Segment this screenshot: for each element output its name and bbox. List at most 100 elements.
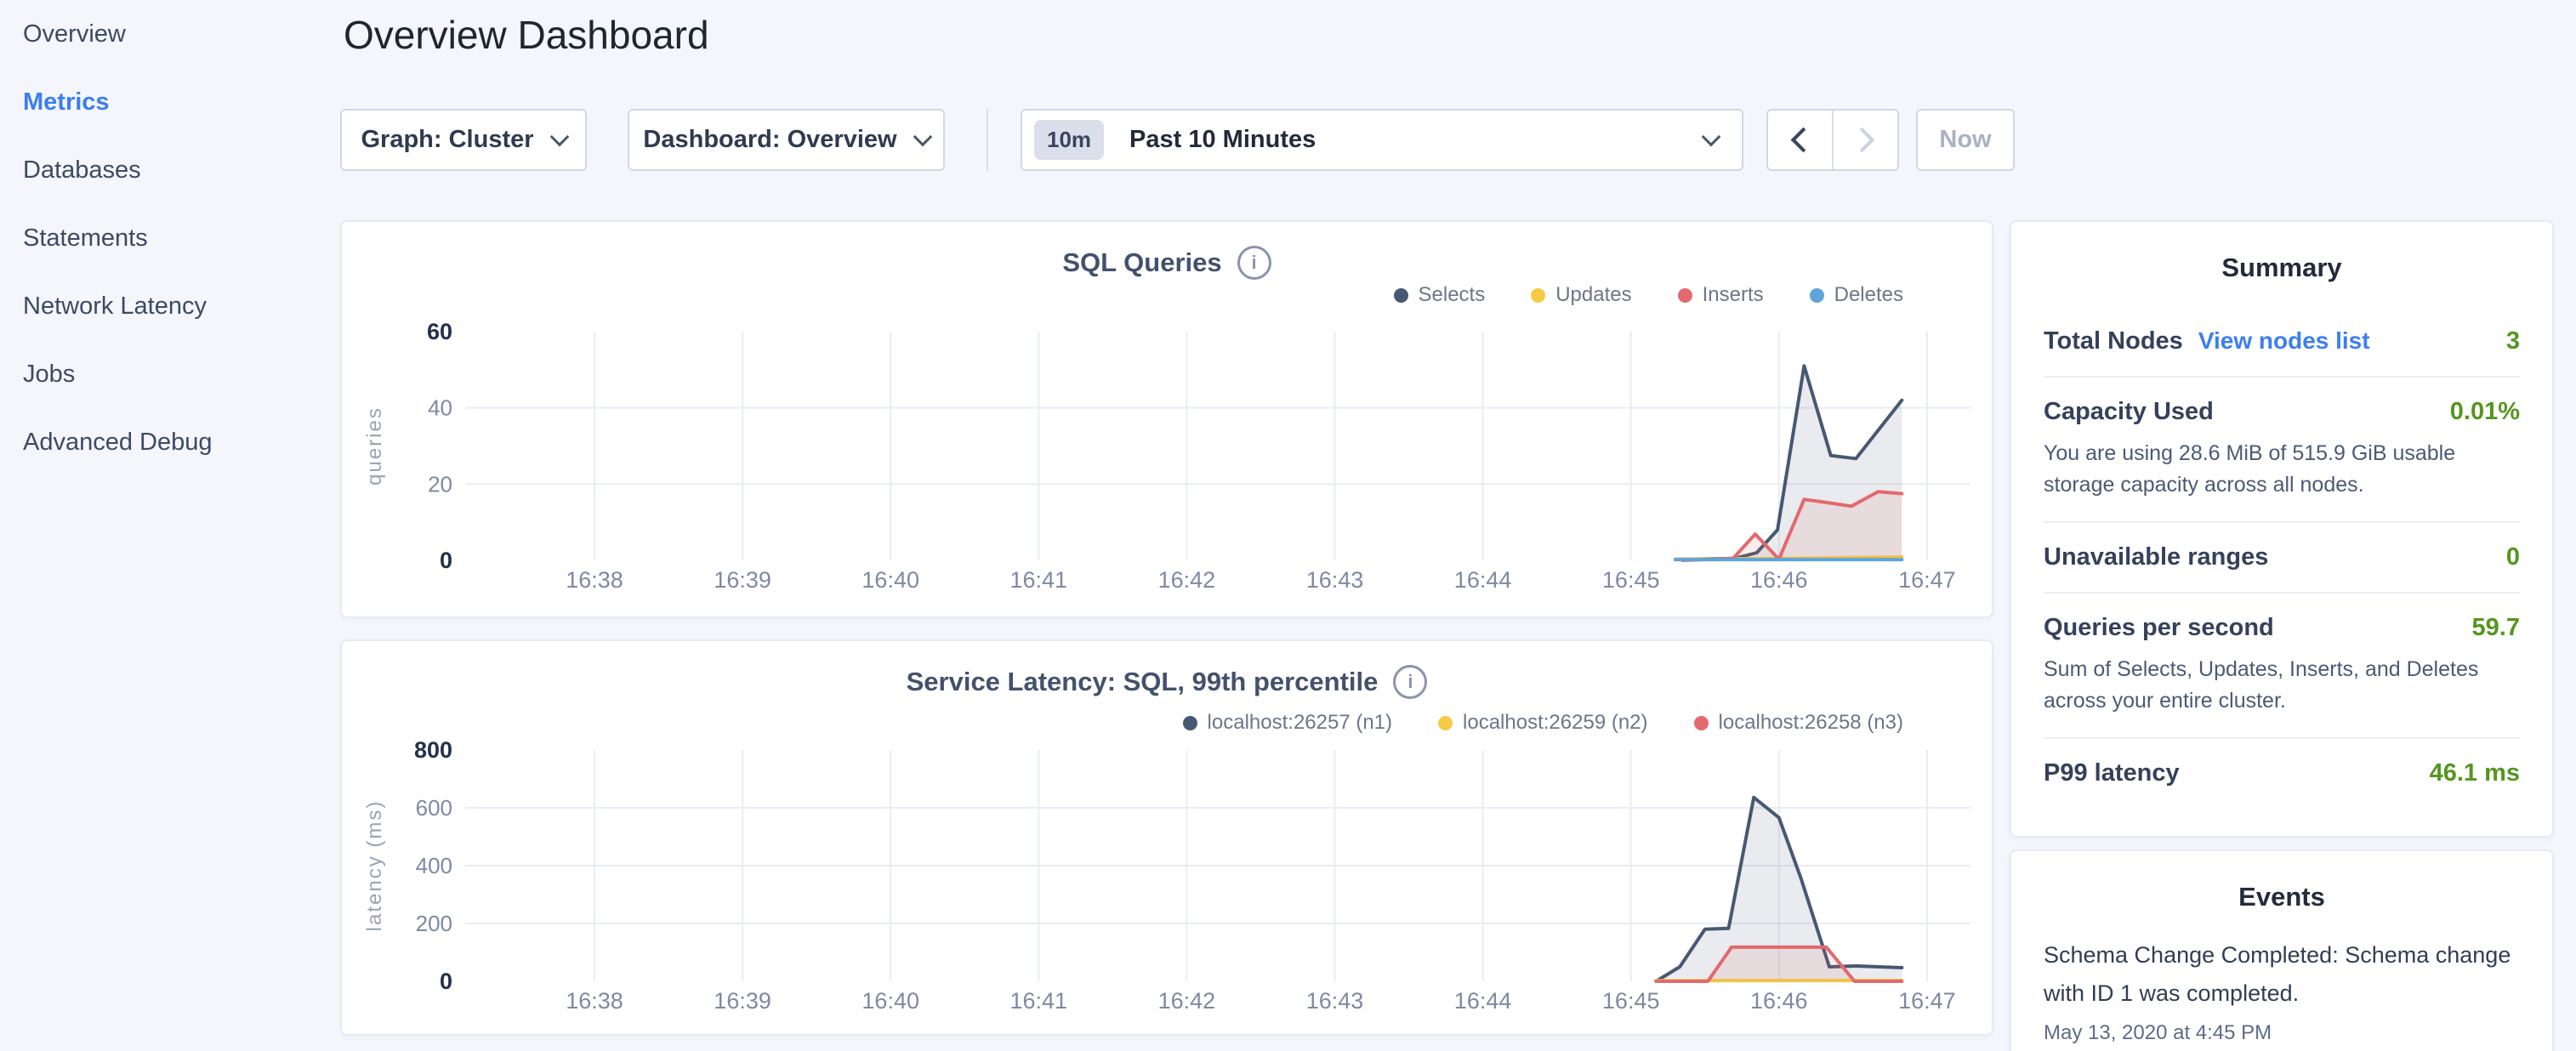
- capacity-used-description: You are using 28.6 MiB of 515.9 GiB usab…: [2044, 438, 2520, 501]
- legend-label: Updates: [1555, 283, 1631, 307]
- graph-scope-dropdown[interactable]: Graph: Cluster: [340, 109, 587, 171]
- legend-label: localhost:26258 (n3): [1719, 711, 1903, 735]
- svg-text:16:39: 16:39: [714, 988, 771, 1014]
- svg-text:0: 0: [440, 548, 452, 573]
- legend-item[interactable]: Selects: [1394, 283, 1486, 307]
- legend-dot-icon: [1531, 288, 1545, 303]
- summary-row-capacity: Capacity Used 0.01% You are using 28.6 M…: [2044, 378, 2520, 521]
- next-time-window-button[interactable]: [1834, 111, 1897, 169]
- p99-latency-label: P99 latency: [2044, 759, 2180, 787]
- legend-label: localhost:26259 (n2): [1463, 711, 1647, 735]
- time-range-label: Past 10 Minutes: [1129, 126, 1704, 154]
- summary-title: Summary: [2044, 253, 2520, 283]
- legend-label: Selects: [1419, 283, 1486, 307]
- unavailable-ranges-label: Unavailable ranges: [2044, 543, 2268, 571]
- sidebar-item-jobs[interactable]: Jobs: [0, 340, 340, 408]
- svg-text:16:40: 16:40: [862, 567, 919, 593]
- legend-item[interactable]: Updates: [1531, 283, 1631, 307]
- chevron-down-icon: [1702, 127, 1721, 146]
- unavailable-ranges-value: 0: [2506, 543, 2520, 571]
- sql-queries-card: 16:3816:3916:4016:4116:4216:4316:4416:45…: [340, 220, 1993, 618]
- svg-text:600: 600: [416, 795, 452, 821]
- svg-text:16:45: 16:45: [1602, 567, 1660, 593]
- chart-title-row: SQL Queries i: [342, 246, 1992, 280]
- chevron-right-icon: [1850, 128, 1875, 153]
- summary-row-p99-latency: P99 latency 46.1 ms: [2044, 739, 2520, 808]
- legend-label: Deletes: [1834, 283, 1903, 307]
- qps-description: Sum of Selects, Updates, Inserts, and De…: [2044, 654, 2520, 717]
- dashboard-dropdown[interactable]: Dashboard: Overview: [628, 109, 945, 171]
- svg-text:400: 400: [416, 853, 452, 878]
- chart-title-row: Service Latency: SQL, 99th percentile i: [342, 665, 1992, 699]
- now-button[interactable]: Now: [1916, 109, 2015, 171]
- summary-row-unavailable-ranges: Unavailable ranges 0: [2044, 523, 2520, 592]
- summary-row-qps: Queries per second 59.7 Sum of Selects, …: [2044, 594, 2520, 737]
- sidebar-item-advanced-debug[interactable]: Advanced Debug: [0, 408, 340, 476]
- legend-dot-icon: [1438, 716, 1453, 730]
- svg-text:16:47: 16:47: [1898, 988, 1956, 1014]
- sidebar-item-databases[interactable]: Databases: [0, 136, 340, 204]
- chart-title: Service Latency: SQL, 99th percentile: [907, 667, 1379, 697]
- svg-text:20: 20: [428, 471, 452, 497]
- info-icon[interactable]: i: [1237, 246, 1271, 280]
- legend-dot-icon: [1694, 716, 1709, 730]
- legend-item[interactable]: Deletes: [1810, 283, 1903, 307]
- legend-item[interactable]: localhost:26259 (n2): [1438, 711, 1647, 735]
- sidebar-item-network-latency[interactable]: Network Latency: [0, 272, 340, 340]
- svg-text:16:38: 16:38: [566, 988, 623, 1014]
- sidebar-nav: OverviewMetricsDatabasesStatementsNetwor…: [0, 0, 340, 476]
- qps-value: 59.7: [2472, 614, 2520, 642]
- view-nodes-list-link[interactable]: View nodes list: [2198, 327, 2370, 355]
- capacity-used-label: Capacity Used: [2044, 398, 2214, 426]
- sidebar-item-overview[interactable]: Overview: [0, 0, 340, 68]
- capacity-used-value: 0.01%: [2450, 398, 2520, 426]
- total-nodes-value: 3: [2506, 327, 2520, 355]
- sql-queries-chart[interactable]: 16:3816:3916:4016:4116:4216:4316:4416:45…: [342, 222, 1995, 620]
- previous-time-window-button[interactable]: [1768, 111, 1834, 169]
- p99-latency-value: 46.1 ms: [2430, 759, 2520, 787]
- dashboard-label: Dashboard: Overview: [643, 126, 896, 154]
- chevron-down-icon: [913, 127, 932, 146]
- total-nodes-label: Total Nodes: [2044, 327, 2183, 355]
- now-button-label: Now: [1939, 126, 1991, 154]
- svg-text:40: 40: [428, 395, 452, 421]
- legend-item[interactable]: localhost:26258 (n3): [1694, 711, 1903, 735]
- svg-text:16:43: 16:43: [1306, 567, 1364, 593]
- chevron-down-icon: [549, 127, 569, 146]
- legend-dot-icon: [1394, 288, 1408, 303]
- svg-text:60: 60: [427, 319, 452, 344]
- legend-label: Inserts: [1703, 283, 1764, 307]
- svg-text:16:46: 16:46: [1750, 988, 1808, 1014]
- svg-text:800: 800: [414, 737, 452, 763]
- chart-legend: localhost:26257 (n1) localhost:26259 (n2)…: [1183, 711, 1903, 735]
- legend-item[interactable]: localhost:26257 (n1): [1183, 711, 1392, 735]
- qps-label: Queries per second: [2044, 614, 2274, 642]
- legend-dot-icon: [1183, 716, 1197, 730]
- overview-dashboard-page: OverviewMetricsDatabasesStatementsNetwor…: [0, 0, 2576, 1051]
- info-icon[interactable]: i: [1393, 665, 1427, 699]
- chevron-left-icon: [1791, 128, 1817, 153]
- sidebar-item-statements[interactable]: Statements: [0, 204, 340, 272]
- svg-text:16:39: 16:39: [714, 567, 771, 593]
- svg-text:16:42: 16:42: [1158, 567, 1216, 593]
- time-range-selector[interactable]: 10m Past 10 Minutes: [1021, 109, 1743, 171]
- controls-divider: [987, 109, 988, 171]
- legend-item[interactable]: Inserts: [1678, 283, 1764, 307]
- events-title: Events: [2044, 882, 2520, 912]
- svg-text:16:45: 16:45: [1602, 988, 1660, 1014]
- service-latency-chart[interactable]: 16:3816:3916:4016:4116:4216:4316:4416:45…: [342, 641, 1995, 1037]
- legend-label: localhost:26257 (n1): [1208, 711, 1392, 735]
- summary-row-total-nodes: Total Nodes View nodes list 3: [2044, 307, 2520, 376]
- svg-text:16:42: 16:42: [1158, 988, 1216, 1014]
- svg-text:16:41: 16:41: [1010, 567, 1068, 593]
- sidebar-list: OverviewMetricsDatabasesStatementsNetwor…: [0, 0, 340, 476]
- svg-text:16:47: 16:47: [1898, 567, 1956, 593]
- svg-text:200: 200: [416, 911, 452, 936]
- time-range-badge: 10m: [1034, 120, 1104, 160]
- sidebar-item-metrics[interactable]: Metrics: [0, 68, 340, 136]
- svg-text:16:43: 16:43: [1306, 988, 1364, 1014]
- page-title: Overview Dashboard: [344, 12, 709, 58]
- service-latency-card: 16:3816:3916:4016:4116:4216:4316:4416:45…: [340, 639, 1993, 1036]
- svg-text:queries: queries: [363, 406, 386, 486]
- chart-legend: Selects Updates Inserts Deletes: [1394, 283, 1904, 307]
